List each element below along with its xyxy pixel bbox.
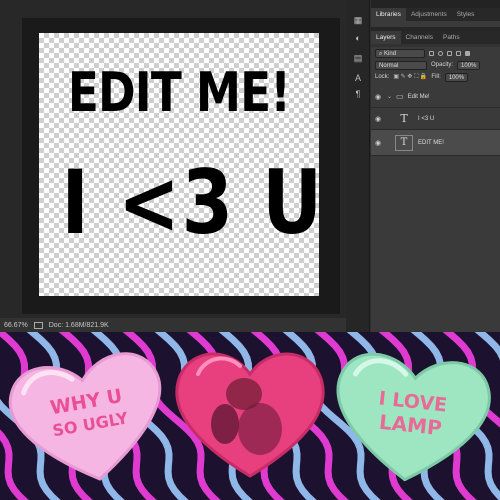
share-icon[interactable] <box>33 321 43 329</box>
candy-heart-poster: WHY U SO UGLY I LOVE LAMP <box>0 332 500 500</box>
layer-name: I <3 U <box>418 115 435 122</box>
opacity-label: Opacity: <box>431 62 454 68</box>
fill-label: Fill: <box>431 74 441 80</box>
panel-adjust-icon[interactable]: ◐ <box>351 32 365 44</box>
panel-library-icon[interactable]: ▦ <box>351 14 365 26</box>
filter-type-icon[interactable] <box>447 50 452 56</box>
status-bar: 66.67% Doc: 1.68M/821.9K <box>0 318 346 332</box>
layer-text-i-love-u[interactable]: ◉ T I <3 U <box>371 108 500 130</box>
canvas-text-i-love-u[interactable]: I <3 U <box>61 151 319 254</box>
fill-input[interactable]: 100% <box>444 72 469 82</box>
filter-adjust-icon[interactable] <box>438 50 443 56</box>
tab-styles[interactable]: Styles <box>452 8 480 21</box>
tab-libraries[interactable]: Libraries <box>371 8 406 21</box>
left-candy-heart: WHY U SO UGLY <box>8 352 162 481</box>
doc-info[interactable]: Doc: 1.68M/821.9K <box>49 322 109 329</box>
text-layer-icon: T <box>400 112 408 125</box>
paragraph-panel-icon[interactable]: ¶ <box>351 88 365 100</box>
photoshop-window: EDIT ME! I <3 U 66.67% Doc: 1.68M/821.9K… <box>0 0 500 352</box>
tab-paths[interactable]: Paths <box>438 31 465 44</box>
canvas-text-edit-me[interactable]: EDIT ME! <box>61 61 296 124</box>
top-tab-row: Libraries Adjustments Styles <box>371 8 500 21</box>
panel-icon-strip: ▦ ◐ ▤ A ¶ <box>346 0 370 332</box>
blend-mode-select[interactable]: Normal <box>375 60 427 70</box>
filter-shape-icon[interactable] <box>456 50 461 56</box>
wave-stripe <box>0 332 1 500</box>
layer-group-edit-me[interactable]: ◉ ⌄ ▭ Edit Me! <box>371 86 500 108</box>
filter-kind-select[interactable]: ⌕ Kind <box>375 48 425 58</box>
zoom-level[interactable]: 66.67% <box>4 322 28 329</box>
text-layer-icon: T <box>395 134 413 151</box>
document-canvas[interactable]: EDIT ME! I <3 U <box>39 33 319 296</box>
right-candy-heart: I LOVE LAMP <box>336 352 491 482</box>
layer-tab-row: Layers Channels Paths <box>371 31 500 44</box>
tab-adjustments[interactable]: Adjustments <box>406 8 452 21</box>
lock-row: Lock: ▣ ✎ ✥ ⛶ 🔒 Fill: 100% <box>371 71 500 83</box>
canvas-area[interactable]: EDIT ME! I <3 U <box>0 0 346 318</box>
layer-name: EDIT ME! <box>418 139 444 146</box>
visibility-eye-icon[interactable]: ◉ <box>371 115 385 123</box>
side-panels: ▦ ◐ ▤ A ¶ Libraries Adjustments Styles L… <box>346 0 500 352</box>
layers-panel: ⌕ Kind Normal Opacity: 100% Lock: ▣ ✎ ✥ … <box>371 47 500 352</box>
visibility-eye-icon[interactable]: ◉ <box>371 93 385 101</box>
panels: Libraries Adjustments Styles Layers Chan… <box>371 0 500 352</box>
tab-channels[interactable]: Channels <box>401 31 438 44</box>
blend-row: Normal Opacity: 100% <box>371 59 500 71</box>
layer-filter-row: ⌕ Kind <box>371 47 500 59</box>
folder-icon: ▭ <box>396 92 404 101</box>
poster-art: WHY U SO UGLY I LOVE LAMP <box>0 332 500 500</box>
tab-layers[interactable]: Layers <box>371 31 401 44</box>
chevron-down-icon[interactable]: ⌄ <box>387 93 392 100</box>
opacity-input[interactable]: 100% <box>457 60 481 70</box>
lock-options-icon[interactable]: ▣ ✎ ✥ ⛶ 🔒 <box>393 73 427 81</box>
character-panel-icon[interactable]: A <box>351 72 365 84</box>
app: EDIT ME! I <3 U 66.67% Doc: 1.68M/821.9K… <box>0 0 500 500</box>
layer-name: Edit Me! <box>407 93 430 100</box>
panel-history-icon[interactable]: ▤ <box>351 52 365 64</box>
layer-text-edit-me[interactable]: ◉ T EDIT ME! <box>371 130 500 156</box>
visibility-eye-icon[interactable]: ◉ <box>371 139 385 147</box>
filter-toggle-icon[interactable] <box>465 50 470 56</box>
filter-pixel-icon[interactable] <box>429 50 434 56</box>
lock-label: Lock: <box>375 74 390 80</box>
photo-dog <box>211 404 239 444</box>
